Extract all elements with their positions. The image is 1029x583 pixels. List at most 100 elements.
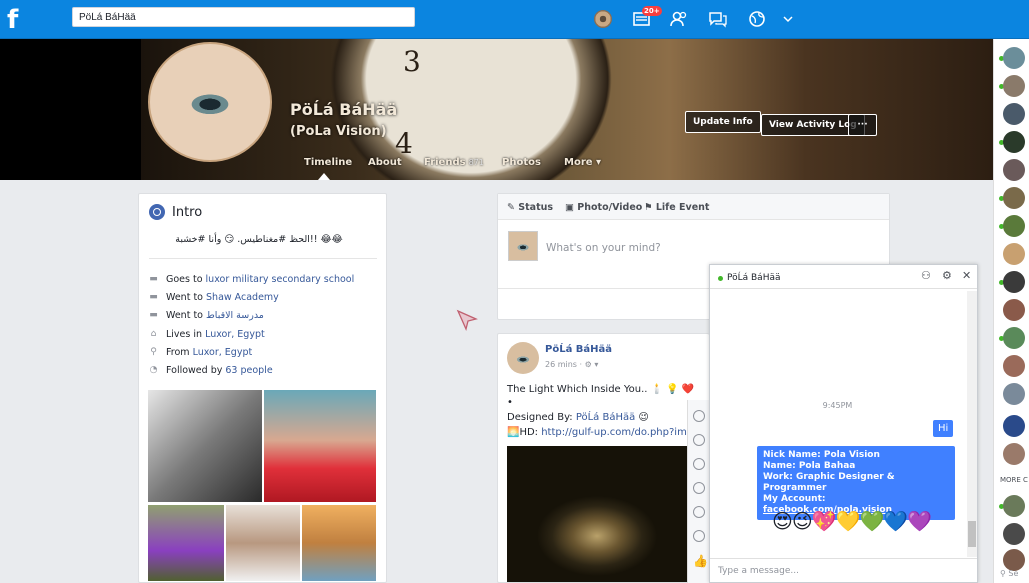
tab-friends[interactable]: Friends 871 (424, 157, 484, 168)
tab-life-event[interactable]: ⚑ Life Event (644, 202, 709, 213)
photo-thumbnail[interactable] (148, 505, 224, 581)
intro-item-link[interactable]: مدرسة الاقباط (206, 310, 264, 321)
chevron-down-icon[interactable] (782, 9, 794, 29)
gear-icon[interactable]: ⚙ (942, 269, 952, 282)
message-line: Name: Pola Bahaa (763, 461, 856, 471)
intro-item-link[interactable]: 63 people (225, 365, 272, 376)
add-friend-icon[interactable]: ⚇ (921, 269, 931, 282)
intro-card: Intro الحظ #مغناطيس. 😏 وأنا #خشبة!! 😂😂 ▬… (138, 193, 387, 583)
post-url-link[interactable]: http://gulf-up.com/do.php?img (541, 427, 693, 438)
friends-icon[interactable] (669, 9, 689, 29)
contact-avatar[interactable] (1003, 383, 1025, 405)
news-icon[interactable]: 20+ (632, 6, 662, 29)
attach-icon[interactable] (693, 506, 705, 518)
intro-item-link[interactable]: Shaw Academy (206, 292, 279, 303)
camera-icon[interactable] (693, 434, 705, 446)
tab-photo-label: Photo/Video (577, 202, 643, 213)
post-line: • (507, 397, 513, 408)
intro-item-link[interactable]: luxor military secondary school (206, 274, 355, 285)
post-line: 🌅HD: http://gulf-up.com/do.php?img (507, 427, 693, 438)
tab-about[interactable]: About (368, 157, 402, 168)
scroll-thumb[interactable] (968, 521, 976, 547)
tab-timeline[interactable]: Timeline (304, 157, 352, 168)
chat-scrollbar[interactable] (967, 291, 977, 557)
post-timestamp[interactable]: 26 mins · ⚙ ▾ (545, 360, 598, 369)
globe-icon (149, 204, 165, 220)
contact-avatar[interactable] (1003, 415, 1025, 437)
like-icon[interactable]: 👍 (693, 554, 708, 568)
profile-avatar[interactable] (594, 10, 612, 28)
post-designer-link[interactable]: PöĹá BáHää (576, 412, 635, 423)
profile-name: PöĹá BáHää (290, 100, 398, 119)
intro-item-prefix: Goes to (166, 274, 206, 285)
contact-avatar[interactable] (1003, 443, 1025, 465)
camera-icon: ▣ (565, 202, 578, 213)
more-options-button[interactable]: ··· (848, 114, 877, 136)
contact-avatar[interactable] (1003, 215, 1025, 237)
tab-life-label: Life Event (655, 202, 710, 213)
more-contacts-label[interactable]: MORE C (1000, 476, 1028, 484)
post-avatar[interactable] (507, 342, 539, 374)
post-line: Designed By: PöĹá BáHää 😉 (507, 412, 649, 423)
contact-avatar[interactable] (1003, 47, 1025, 69)
message-line: Work: Graphic Designer & Programmer (763, 472, 895, 493)
intro-item-link[interactable]: Luxor, Egypt (205, 329, 265, 340)
sticker-icon[interactable] (693, 410, 705, 422)
messages-icon[interactable] (708, 9, 728, 29)
chat-header[interactable]: PöĹá BáHää ⚇ ⚙ ✕ (710, 265, 977, 289)
gif-icon[interactable] (693, 458, 705, 470)
contact-avatar[interactable] (1003, 549, 1025, 571)
globe-icon[interactable] (747, 9, 767, 29)
facebook-logo-icon[interactable]: f (7, 6, 23, 34)
chat-contact[interactable]: PöĹá BáHää (718, 273, 781, 283)
contact-avatar[interactable] (1003, 243, 1025, 265)
tab-photo-video[interactable]: ▣ Photo/Video (565, 202, 642, 213)
photo-thumbnail[interactable] (302, 505, 376, 581)
photo-thumbnail[interactable] (148, 390, 262, 502)
contact-avatar[interactable] (1003, 495, 1025, 517)
contacts-search[interactable]: ⚲ Se (1000, 569, 1018, 578)
location-pin-icon: ⚲ (150, 347, 157, 357)
tab-status[interactable]: ✎ Status (507, 202, 553, 213)
profile-picture[interactable] (148, 42, 272, 162)
pencil-icon: ✎ (507, 202, 519, 213)
intro-item: ⚲ From Luxor, Egypt (149, 347, 252, 358)
contact-avatar[interactable] (1003, 271, 1025, 293)
post-image[interactable] (507, 446, 691, 582)
chat-contact-name: PöĹá BáHää (727, 273, 781, 283)
message-input[interactable]: Type a message... (710, 558, 977, 582)
search-input[interactable] (72, 7, 415, 27)
contact-avatar[interactable] (1003, 75, 1025, 97)
contact-avatar[interactable] (1003, 299, 1025, 321)
close-icon[interactable]: ✕ (962, 269, 971, 282)
chat-tools: 👍 (687, 400, 709, 583)
contact-avatar[interactable] (1003, 131, 1025, 153)
emoji-icon[interactable] (693, 482, 705, 494)
contacts-sidebar: MORE C ⚲ Se (993, 39, 1029, 583)
tab-photos[interactable]: Photos (502, 157, 541, 168)
online-dot (718, 275, 723, 281)
message-bubble: Hi (933, 420, 954, 437)
intro-item: ⌂ Lives in Luxor, Egypt (149, 329, 265, 340)
intro-item-link[interactable]: Luxor, Egypt (193, 347, 253, 358)
school-icon: ▬ (149, 310, 158, 320)
home-icon: ⌂ (150, 329, 157, 339)
settings-icon[interactable] (693, 530, 705, 542)
contact-avatar[interactable] (1003, 523, 1025, 545)
post-hd-label: 🌅HD: (507, 427, 542, 438)
post-author[interactable]: PöĹá BáHää (545, 344, 612, 355)
school-icon: ▬ (149, 274, 158, 284)
photo-thumbnail[interactable] (226, 505, 300, 581)
tab-more[interactable]: More ▾ (564, 157, 601, 168)
contact-avatar[interactable] (1003, 187, 1025, 209)
flag-icon: ⚑ (644, 202, 656, 213)
composer-input[interactable]: What's on your mind? (546, 242, 661, 254)
chat-timestamp: 9:45PM (822, 401, 853, 410)
contact-avatar[interactable] (1003, 355, 1025, 377)
update-info-button[interactable]: Update Info (685, 111, 761, 133)
contact-avatar[interactable] (1003, 159, 1025, 181)
contact-avatar[interactable] (1003, 327, 1025, 349)
photo-thumbnail[interactable] (264, 390, 376, 502)
contact-avatar[interactable] (1003, 103, 1025, 125)
post-line: The Light Which Inside You.. 🕯️ 💡 ❤️ (507, 384, 695, 395)
